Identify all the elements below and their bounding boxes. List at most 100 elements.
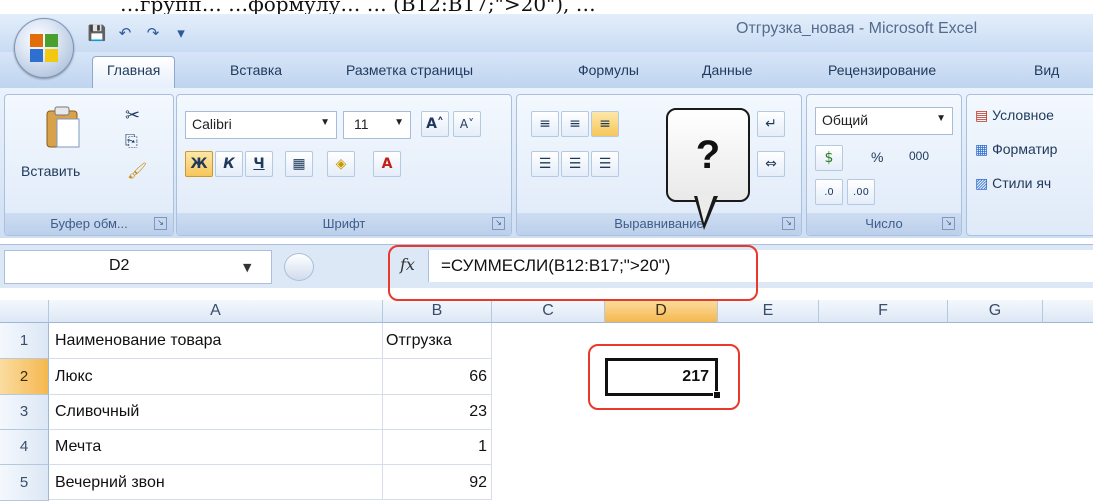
align-bottom-icon[interactable]: ≡ <box>591 111 619 137</box>
paste-icon[interactable] <box>43 105 83 151</box>
cell-styles-button[interactable]: ▨ Стили яч <box>975 175 1051 192</box>
number-group: Общий ▼ $ % 000 .0 .00 Число ↘ <box>806 94 962 236</box>
tab-home[interactable]: Главная <box>92 56 176 88</box>
row-header-1[interactable]: 1 <box>0 323 49 359</box>
cut-icon[interactable]: ✂ <box>125 105 140 126</box>
align-top-icon[interactable]: ≡ <box>531 111 559 137</box>
conditional-formatting-button[interactable]: ▤ Условное <box>975 107 1054 124</box>
grow-font-button[interactable]: A˄ <box>421 111 449 137</box>
alignment-launcher-icon[interactable]: ↘ <box>782 217 795 230</box>
window-title: Отгрузка_новая - Microsoft Excel <box>736 20 978 37</box>
cell-b1[interactable]: Отгрузка <box>383 323 492 359</box>
font-name-dropdown-icon[interactable]: ▼ <box>320 117 330 128</box>
row-header-5[interactable]: 5 <box>0 465 49 501</box>
column-header-b[interactable]: B <box>383 300 492 323</box>
redo-icon[interactable]: ↷ <box>142 22 164 44</box>
font-size-value: 11 <box>354 116 369 132</box>
borders-icon[interactable]: ▦ <box>285 151 313 177</box>
styles-group: ▤ Условное ▦ Форматир ▨ Стили яч <box>966 94 1093 236</box>
cell-a4[interactable]: Мечта <box>49 430 383 465</box>
name-box[interactable]: D2 ▼ <box>4 250 272 284</box>
tab-page-layout[interactable]: Разметка страницы <box>346 62 473 78</box>
number-group-label: Число <box>807 213 961 235</box>
column-header-d[interactable]: D <box>605 300 718 323</box>
question-mark: ? <box>695 132 721 177</box>
tab-data[interactable]: Данные <box>702 62 753 78</box>
office-logo-icon <box>30 34 58 62</box>
align-right-icon[interactable]: ☰ <box>591 151 619 177</box>
font-size-dropdown-icon[interactable]: ▼ <box>394 117 404 128</box>
clipboard-group-label: Буфер обм... <box>5 213 173 235</box>
tab-review[interactable]: Рецензирование <box>828 62 936 78</box>
font-group: Calibri ▼ 11 ▼ A˄ A˅ Ж К Ч ▦ ◈ A Шрифт ↘ <box>176 94 512 236</box>
font-size-box[interactable]: 11 ▼ <box>343 111 411 139</box>
align-left-icon[interactable]: ☰ <box>531 151 559 177</box>
font-color-icon[interactable]: A <box>373 151 401 177</box>
formula-bar-toggle-icon[interactable] <box>284 253 314 281</box>
result-highlight-box <box>588 344 740 410</box>
italic-button[interactable]: К <box>215 151 243 177</box>
undo-icon[interactable]: ↶ <box>114 22 136 44</box>
decrease-decimal-icon[interactable]: .00 <box>847 179 875 205</box>
format-as-table-label: Форматир <box>992 141 1058 157</box>
merge-center-icon[interactable]: ⇔ <box>757 151 785 177</box>
increase-decimal-icon[interactable]: .0 <box>815 179 843 205</box>
office-button[interactable] <box>14 18 74 78</box>
cell-a3[interactable]: Сливочный <box>49 395 383 430</box>
clipboard-group: Вставить ✂ ⎘ 🖌 Буфер обм... ↘ <box>4 94 174 236</box>
save-icon[interactable]: 💾 <box>86 22 108 44</box>
column-header-a[interactable]: A <box>49 300 383 323</box>
tab-view[interactable]: Вид <box>1034 62 1059 78</box>
tab-formulas[interactable]: Формулы <box>578 62 639 78</box>
select-all-corner[interactable] <box>0 300 49 323</box>
paste-button[interactable]: Вставить <box>21 163 80 179</box>
question-callout: ? <box>666 108 750 202</box>
column-header-g[interactable]: G <box>948 300 1043 323</box>
cell-a5[interactable]: Вечерний звон <box>49 465 383 500</box>
row-header-3[interactable]: 3 <box>0 395 49 430</box>
number-format-dropdown-icon[interactable]: ▼ <box>936 113 946 124</box>
cell-b3[interactable]: 23 <box>383 395 492 430</box>
row-header-2[interactable]: 2 <box>0 359 49 395</box>
font-launcher-icon[interactable]: ↘ <box>492 217 505 230</box>
number-format-box[interactable]: Общий ▼ <box>815 107 953 135</box>
percent-button[interactable]: % <box>871 149 883 165</box>
align-middle-icon[interactable]: ≡ <box>561 111 589 137</box>
ribbon-tabs: Главная Вставка Разметка страницы Формул… <box>0 52 1093 89</box>
cell-a2[interactable]: Люкс <box>49 359 383 395</box>
conditional-formatting-label: Условное <box>992 107 1054 123</box>
callout-tail-inner <box>697 195 714 223</box>
shrink-font-button[interactable]: A˅ <box>453 111 481 137</box>
number-launcher-icon[interactable]: ↘ <box>942 217 955 230</box>
number-format-value: Общий <box>822 112 869 128</box>
thousands-button[interactable]: 000 <box>909 149 929 163</box>
underline-button[interactable]: Ч <box>245 151 273 177</box>
font-group-label: Шрифт <box>177 213 511 235</box>
name-box-value: D2 <box>109 257 130 274</box>
cell-b5[interactable]: 92 <box>383 465 492 500</box>
fill-color-icon[interactable]: ◈ <box>327 151 355 177</box>
format-as-table-button[interactable]: ▦ Форматир <box>975 141 1057 158</box>
font-name-value: Calibri <box>192 116 232 132</box>
column-header-e[interactable]: E <box>718 300 819 323</box>
align-center-icon[interactable]: ☰ <box>561 151 589 177</box>
quick-access-toolbar: 💾 ↶ ↷ ▾ <box>86 20 192 46</box>
cell-b4[interactable]: 1 <box>383 430 492 465</box>
bold-button[interactable]: Ж <box>185 151 213 177</box>
row-header-4[interactable]: 4 <box>0 430 49 465</box>
column-header-f[interactable]: F <box>819 300 948 323</box>
clipboard-launcher-icon[interactable]: ↘ <box>154 217 167 230</box>
copy-icon[interactable]: ⎘ <box>125 133 138 151</box>
name-box-dropdown-icon[interactable]: ▼ <box>243 261 251 274</box>
format-table-icon: ▦ <box>975 141 989 157</box>
format-painter-icon[interactable]: 🖌 <box>127 161 147 181</box>
cell-a1[interactable]: Наименование товара <box>49 323 383 359</box>
font-name-box[interactable]: Calibri ▼ <box>185 111 337 139</box>
customize-qat-icon[interactable]: ▾ <box>170 22 192 44</box>
tab-insert[interactable]: Вставка <box>230 62 282 78</box>
wrap-text-icon[interactable]: ↵ <box>757 111 785 137</box>
currency-icon[interactable]: $ <box>815 145 843 171</box>
cell-b2[interactable]: 66 <box>383 359 492 395</box>
column-header-h[interactable] <box>1043 300 1093 323</box>
column-header-c[interactable]: C <box>492 300 605 323</box>
